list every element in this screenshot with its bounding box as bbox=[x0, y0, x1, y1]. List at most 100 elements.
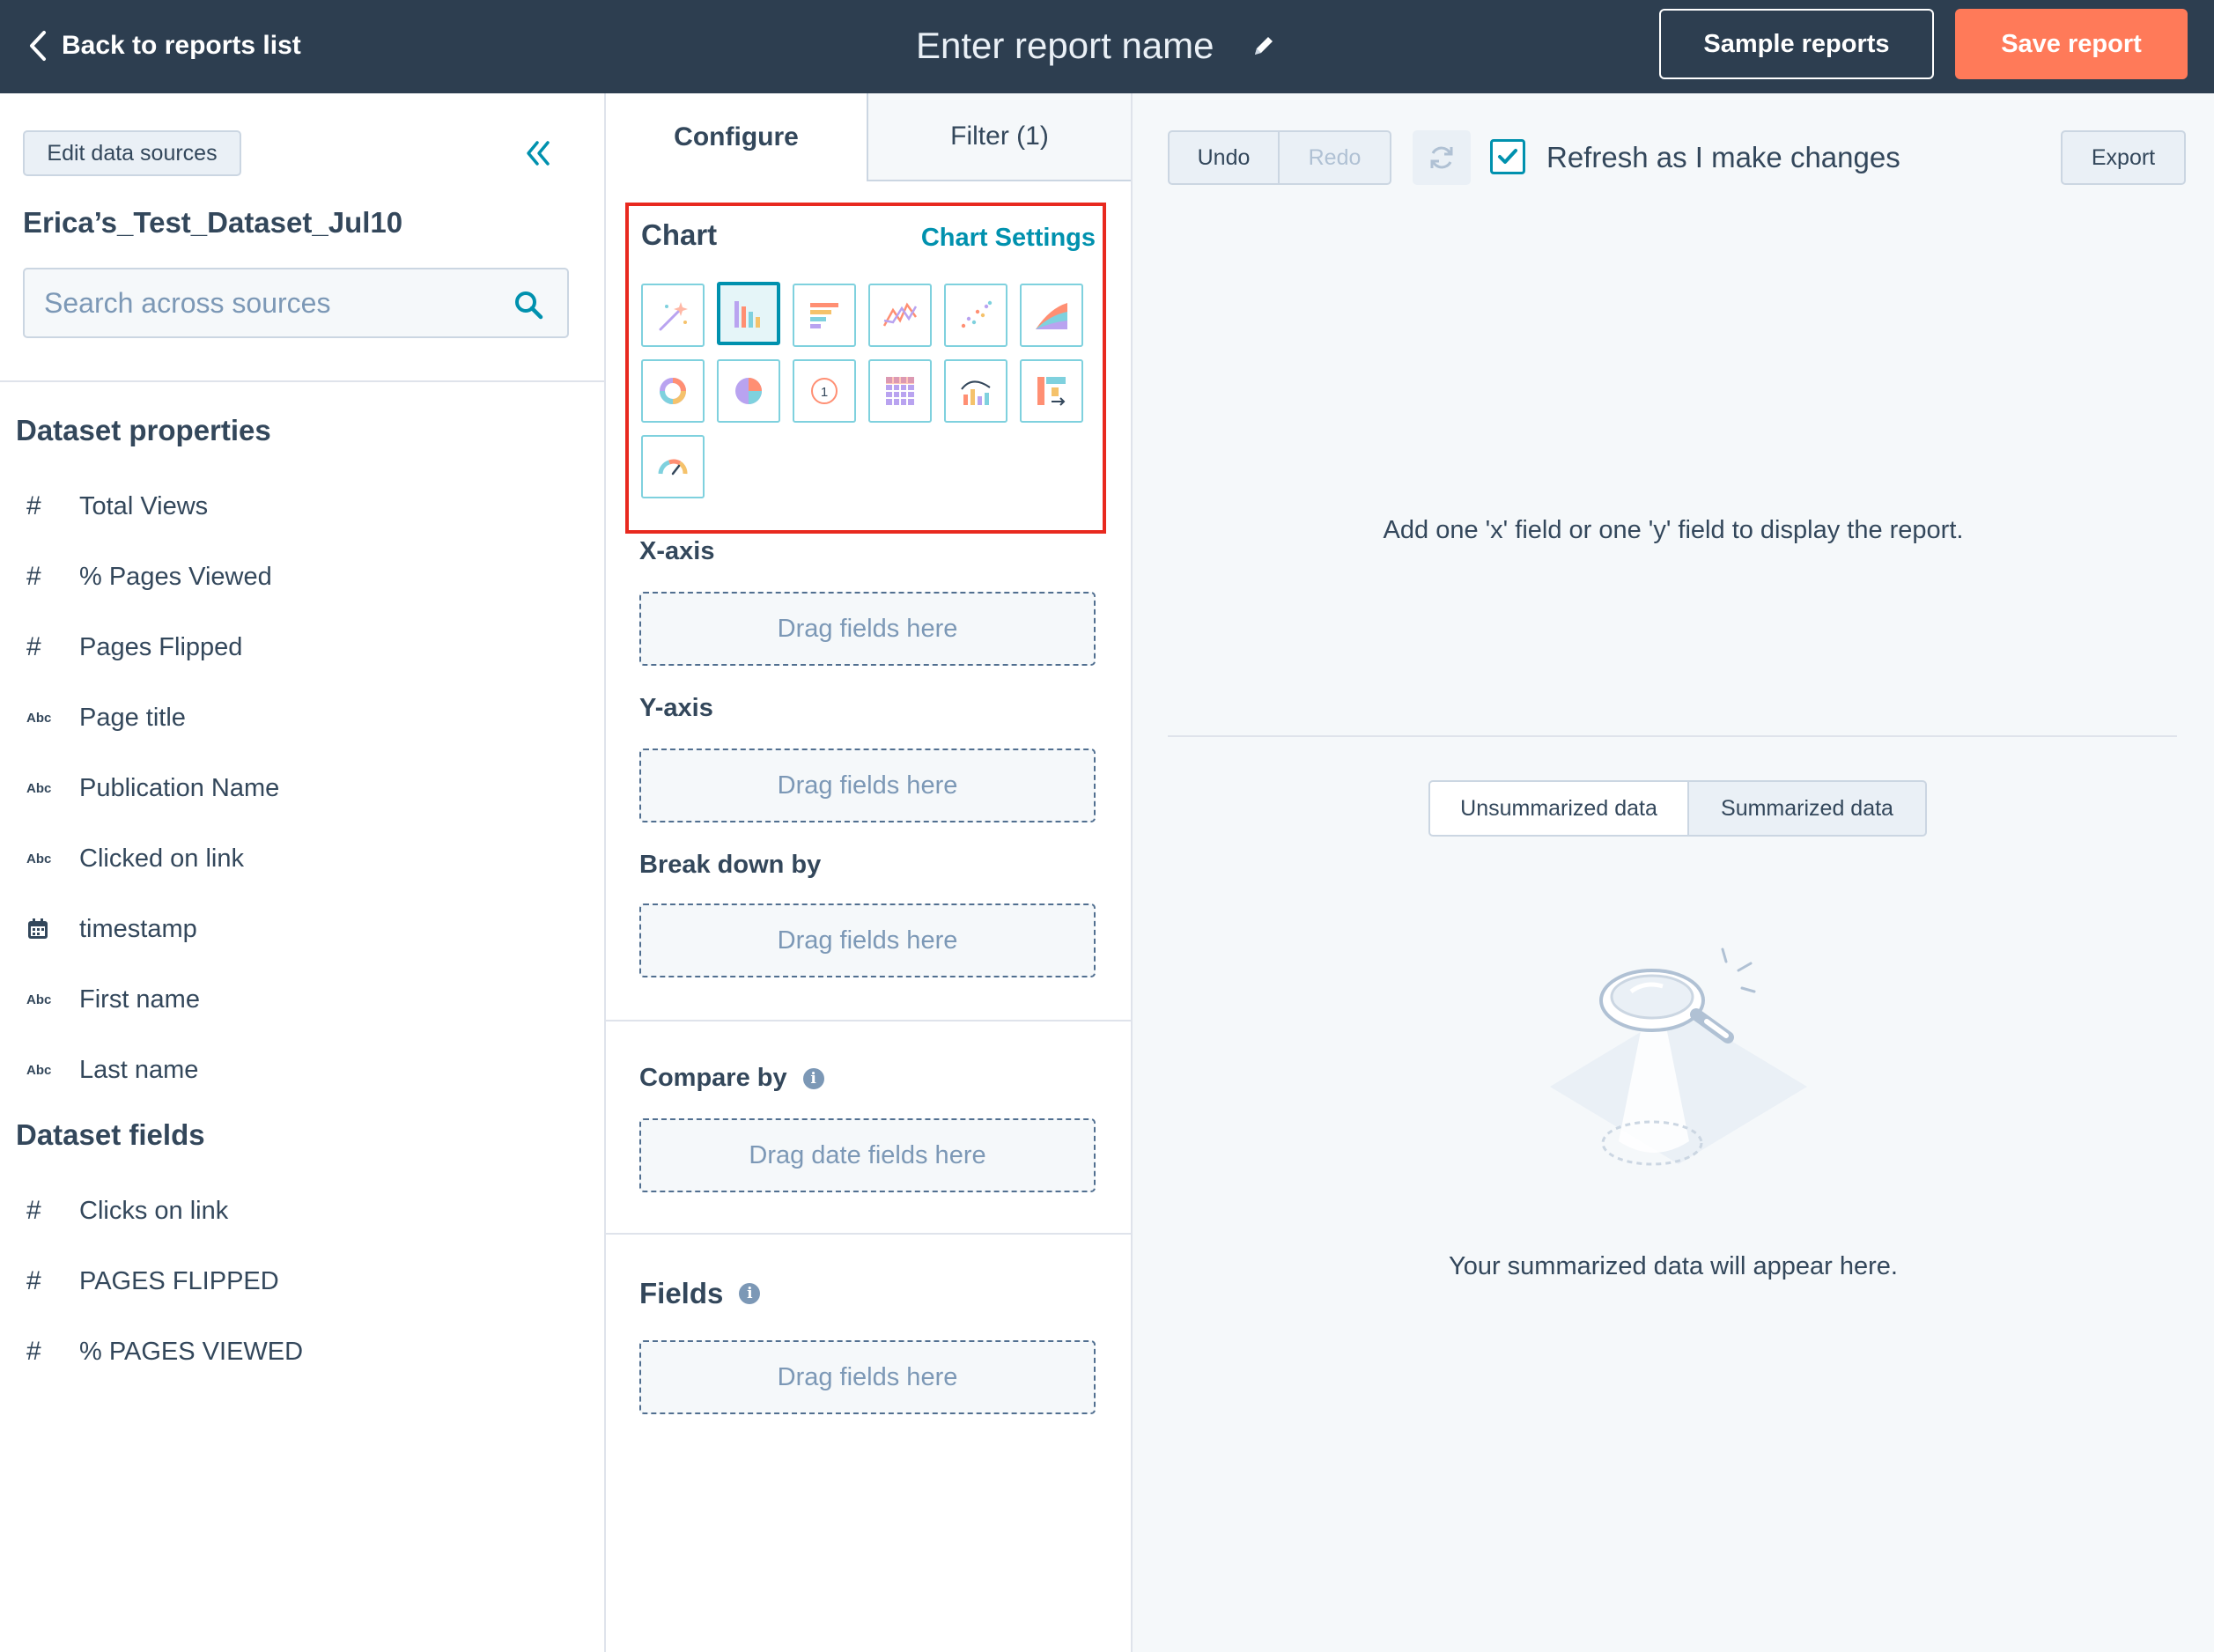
property-item[interactable]: Abc Publication Name bbox=[26, 766, 572, 810]
undo-button[interactable]: Undo bbox=[1168, 130, 1280, 185]
property-item[interactable]: # Total Views bbox=[26, 484, 572, 528]
divider bbox=[606, 1020, 1131, 1021]
chart-heading: Chart bbox=[641, 218, 718, 251]
property-label: Page title bbox=[79, 703, 186, 732]
chart-type-sankey[interactable] bbox=[1020, 359, 1083, 423]
property-label: Clicked on link bbox=[79, 844, 244, 873]
property-item[interactable]: Abc Last name bbox=[26, 1048, 572, 1092]
y-axis-dropzone[interactable]: Drag fields here bbox=[639, 749, 1096, 822]
dataset-properties-heading: Dataset properties bbox=[16, 414, 271, 446]
tab-summarized-data[interactable]: Summarized data bbox=[1689, 780, 1927, 837]
search-input[interactable] bbox=[44, 286, 502, 320]
search-box bbox=[23, 268, 569, 338]
summarized-data-message: Your summarized data will appear here. bbox=[1449, 1252, 1898, 1280]
refresh-button[interactable] bbox=[1413, 130, 1471, 185]
number-icon: # bbox=[26, 1196, 41, 1225]
calendar-icon bbox=[26, 918, 79, 940]
x-axis-dropzone[interactable]: Drag fields here bbox=[639, 592, 1096, 666]
property-item[interactable]: Abc Page title bbox=[26, 696, 572, 740]
dataset-field-item[interactable]: # Clicks on link bbox=[26, 1189, 572, 1233]
chart-type-area[interactable] bbox=[1020, 284, 1083, 347]
compare-by-label: Compare by bbox=[639, 1064, 787, 1092]
field-label: Clicks on link bbox=[79, 1196, 229, 1225]
chart-type-horizontal-bar[interactable] bbox=[793, 284, 856, 347]
compare-by-row: Compare by i bbox=[639, 1064, 824, 1093]
fields-dropzone[interactable]: Drag fields here bbox=[639, 1340, 1096, 1414]
property-label: Total Views bbox=[79, 491, 209, 520]
tab-configure[interactable]: Configure bbox=[606, 93, 867, 181]
line-chart-icon bbox=[882, 302, 918, 327]
tab-unsummarized-data[interactable]: Unsummarized data bbox=[1428, 780, 1689, 837]
property-label: Pages Flipped bbox=[79, 632, 243, 661]
chart-type-line[interactable] bbox=[868, 284, 932, 347]
dataset-field-item[interactable]: # PAGES FLIPPED bbox=[26, 1259, 572, 1303]
chart-type-magic-wand[interactable] bbox=[641, 284, 705, 347]
chart-settings-link[interactable]: Chart Settings bbox=[921, 224, 1096, 253]
property-item[interactable]: # Pages Flipped bbox=[26, 625, 572, 669]
divider bbox=[1168, 735, 2177, 737]
property-item[interactable]: Abc Clicked on link bbox=[26, 837, 572, 881]
pencil-icon[interactable] bbox=[1251, 33, 1276, 58]
chart-type-pie[interactable] bbox=[717, 359, 780, 423]
field-label: % PAGES VIEWED bbox=[79, 1337, 304, 1366]
text-type-icon: Abc bbox=[26, 992, 52, 1007]
info-icon[interactable]: i bbox=[739, 1283, 761, 1304]
top-bar: Back to reports list Enter report name S… bbox=[0, 0, 2214, 93]
report-preview-panel: Undo Redo Refresh as I make changes Expo… bbox=[1133, 93, 2214, 1652]
chevron-left-icon bbox=[30, 31, 46, 61]
report-name-text: Enter report name bbox=[916, 25, 1214, 66]
search-icon[interactable] bbox=[513, 289, 544, 321]
refresh-checkbox[interactable] bbox=[1490, 139, 1525, 174]
chart-type-vertical-bar[interactable] bbox=[717, 282, 780, 345]
back-label: Back to reports list bbox=[62, 31, 301, 60]
text-type-icon: Abc bbox=[26, 851, 52, 867]
break-down-by-dropzone[interactable]: Drag fields here bbox=[639, 903, 1096, 977]
tab-filter[interactable]: Filter (1) bbox=[867, 93, 1131, 181]
undo-redo-group: Undo Redo bbox=[1168, 130, 1391, 185]
report-name-field[interactable]: Enter report name bbox=[916, 21, 1276, 70]
property-label: Publication Name bbox=[79, 773, 280, 802]
chart-type-pivot-table[interactable] bbox=[868, 359, 932, 423]
property-item[interactable]: timestamp bbox=[26, 907, 572, 951]
chart-type-scatter[interactable] bbox=[944, 284, 1007, 347]
collapse-double-chevron-icon[interactable] bbox=[521, 137, 553, 169]
info-icon[interactable]: i bbox=[802, 1067, 824, 1089]
chart-type-combo[interactable] bbox=[944, 359, 1007, 423]
magnifying-glass-illustration-icon bbox=[1550, 948, 1807, 1166]
property-item[interactable]: # % Pages Viewed bbox=[26, 555, 572, 599]
property-label: % Pages Viewed bbox=[79, 562, 272, 591]
number-icon: # bbox=[26, 632, 41, 661]
pivot-table-icon bbox=[886, 377, 914, 405]
refresh-label: Refresh as I make changes bbox=[1546, 141, 1900, 173]
property-label: Last name bbox=[79, 1055, 199, 1084]
data-sources-sidebar: Edit data sources Erica’s_Test_Dataset_J… bbox=[0, 93, 606, 1652]
sample-reports-button[interactable]: Sample reports bbox=[1659, 9, 1934, 79]
back-to-reports-link[interactable]: Back to reports list bbox=[26, 26, 301, 65]
fields-label: Fields bbox=[639, 1277, 724, 1309]
combo-chart-icon bbox=[961, 380, 991, 405]
save-report-button[interactable]: Save report bbox=[1955, 9, 2188, 79]
scatter-chart-icon bbox=[961, 300, 993, 328]
export-button[interactable]: Export bbox=[2061, 130, 2186, 185]
refresh-icon bbox=[1430, 146, 1453, 169]
y-axis-label: Y-axis bbox=[639, 694, 713, 722]
compare-by-dropzone[interactable]: Drag date fields here bbox=[639, 1118, 1096, 1192]
text-type-icon: Abc bbox=[26, 710, 52, 726]
chart-type-kpi[interactable]: 1 bbox=[793, 359, 856, 423]
checkmark-icon bbox=[1498, 149, 1517, 164]
property-item[interactable]: Abc First name bbox=[26, 977, 572, 1021]
redo-button[interactable]: Redo bbox=[1280, 130, 1391, 185]
area-chart-icon bbox=[1036, 303, 1067, 329]
property-label: First name bbox=[79, 985, 200, 1014]
property-label: timestamp bbox=[79, 914, 197, 943]
chart-type-gauge[interactable] bbox=[641, 435, 705, 498]
dataset-field-item[interactable]: # % PAGES VIEWED bbox=[26, 1330, 572, 1374]
number-icon: # bbox=[26, 1337, 41, 1366]
break-down-by-label: Break down by bbox=[639, 851, 822, 879]
sankey-chart-icon bbox=[1037, 377, 1066, 406]
chart-type-section: Chart Chart Settings 1 bbox=[625, 203, 1106, 534]
chart-type-donut[interactable] bbox=[641, 359, 705, 423]
empty-report-message: Add one 'x' field or one 'y' field to di… bbox=[1383, 516, 1964, 544]
magic-wand-icon bbox=[659, 302, 688, 331]
edit-data-sources-button[interactable]: Edit data sources bbox=[23, 130, 241, 176]
